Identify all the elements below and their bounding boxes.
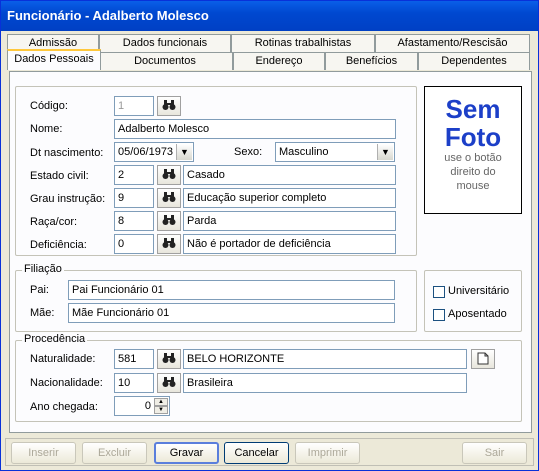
employee-window: Funcionário - Adalberto Molesco Admissão…	[0, 0, 539, 471]
estado-civil-label: Estado civil:	[30, 170, 89, 182]
pai-label: Pai:	[30, 284, 49, 296]
photo-line2: Foto	[444, 122, 502, 152]
grau-instrucao-label: Grau instrução:	[30, 193, 106, 205]
spin-down-icon[interactable]: ▼	[154, 406, 168, 414]
sair-button[interactable]: Sair	[462, 442, 527, 464]
cancelar-button[interactable]: Cancelar	[224, 442, 289, 464]
deficiencia-label: Deficiência:	[30, 239, 87, 251]
filiacao-title: Filiação	[22, 263, 64, 275]
tab-documentos[interactable]: Documentos	[97, 52, 233, 70]
nacionalidade-desc: Brasileira	[183, 373, 467, 393]
deficiencia-desc: Não é portador de deficiência	[183, 234, 396, 254]
naturalidade-search-button[interactable]	[157, 349, 181, 369]
spin-up-icon[interactable]: ▲	[154, 398, 168, 406]
photo-placeholder[interactable]: Sem Foto use o botão direito do mouse	[424, 86, 522, 214]
binoculars-icon	[162, 238, 176, 249]
pai-field[interactable]: Pai Funcionário 01	[68, 280, 395, 300]
tab-dependentes[interactable]: Dependentes	[418, 52, 530, 70]
document-button[interactable]	[471, 349, 495, 369]
photo-hint3: mouse	[456, 180, 490, 192]
sexo-label: Sexo:	[234, 146, 263, 158]
photo-hint2: direito do	[450, 166, 496, 178]
ano-chegada-field[interactable]: 0 ▲ ▼	[114, 396, 170, 416]
tab-beneficios[interactable]: Benefícios	[325, 52, 418, 70]
binoculars-icon	[162, 100, 176, 111]
binoculars-icon	[162, 215, 176, 226]
binoculars-icon	[162, 169, 176, 180]
nacionalidade-label: Nacionalidade:	[30, 377, 103, 389]
imprimir-button[interactable]: Imprimir	[295, 442, 360, 464]
document-icon	[477, 352, 489, 365]
naturalidade-label: Naturalidade:	[30, 353, 96, 365]
sexo-select[interactable]: Masculino ▼	[275, 142, 395, 162]
estado-civil-code[interactable]: 2	[114, 165, 154, 185]
mae-label: Mãe:	[30, 307, 55, 319]
aposentado-label: Aposentado	[448, 308, 507, 320]
deficiencia-search-button[interactable]	[157, 234, 181, 254]
ano-chegada-spinner[interactable]: ▲ ▼	[154, 398, 168, 414]
deficiencia-code[interactable]: 0	[114, 234, 154, 254]
nome-field[interactable]: Adalberto Molesco	[114, 119, 396, 139]
grau-instrucao-search-button[interactable]	[157, 188, 181, 208]
ano-chegada-value: 0	[144, 400, 151, 412]
flags-group	[424, 270, 522, 332]
dados-pessoais-panel: Código: 1 Nome: Adalberto Molesco Dt nas…	[9, 71, 532, 433]
tab-dados-pessoais[interactable]: Dados Pessoais	[7, 49, 101, 70]
tab-endereco[interactable]: Endereço	[233, 52, 325, 70]
tab-dados-funcionais[interactable]: Dados funcionais	[99, 34, 231, 52]
tab-rotinas-trabalhistas[interactable]: Rotinas trabalhistas	[231, 34, 375, 52]
procedencia-title: Procedência	[22, 333, 88, 345]
raca-cor-desc: Parda	[183, 211, 396, 231]
photo-hint1: use o botão	[444, 152, 502, 164]
naturalidade-desc: BELO HORIZONTE	[183, 349, 467, 369]
ano-chegada-label: Ano chegada:	[30, 401, 98, 413]
raca-cor-search-button[interactable]	[157, 211, 181, 231]
raca-cor-label: Raça/cor:	[30, 216, 78, 228]
inserir-button[interactable]: Inserir	[11, 442, 76, 464]
chevron-down-icon[interactable]: ▼	[176, 144, 192, 160]
photo-line1: Sem	[445, 94, 501, 124]
chevron-down-icon[interactable]: ▼	[377, 144, 393, 160]
codigo-field[interactable]: 1	[114, 96, 154, 116]
estado-civil-search-button[interactable]	[157, 165, 181, 185]
universitario-checkbox[interactable]	[433, 286, 445, 298]
mae-field[interactable]: Mãe Funcionário 01	[68, 303, 395, 323]
dt-nascimento-field[interactable]: 05/06/1973 ▼	[114, 142, 194, 162]
gravar-button[interactable]: Gravar	[154, 442, 219, 464]
nacionalidade-search-button[interactable]	[157, 373, 181, 393]
sexo-value: Masculino	[279, 146, 329, 158]
excluir-button[interactable]: Excluir	[82, 442, 147, 464]
tab-strip: Admissão Dados funcionais Rotinas trabal…	[7, 32, 532, 72]
codigo-label: Código:	[30, 100, 68, 112]
grau-instrucao-desc: Educação superior completo	[183, 188, 396, 208]
aposentado-checkbox[interactable]	[433, 309, 445, 321]
binoculars-icon	[162, 353, 176, 364]
dt-nascimento-label: Dt nascimento:	[30, 147, 104, 159]
raca-cor-code[interactable]: 8	[114, 211, 154, 231]
binoculars-icon	[162, 377, 176, 388]
window-title: Funcionário - Adalberto Molesco	[1, 1, 538, 31]
naturalidade-code[interactable]: 581	[114, 349, 154, 369]
dt-nascimento-value: 05/06/1973	[118, 146, 174, 158]
codigo-search-button[interactable]	[157, 96, 181, 116]
tab-afastamento-rescisao[interactable]: Afastamento/Rescisão	[375, 34, 530, 52]
grau-instrucao-code[interactable]: 9	[114, 188, 154, 208]
nacionalidade-code[interactable]: 10	[114, 373, 154, 393]
universitario-label: Universitário	[448, 285, 510, 297]
estado-civil-desc: Casado	[183, 165, 396, 185]
binoculars-icon	[162, 192, 176, 203]
nome-label: Nome:	[30, 123, 63, 135]
